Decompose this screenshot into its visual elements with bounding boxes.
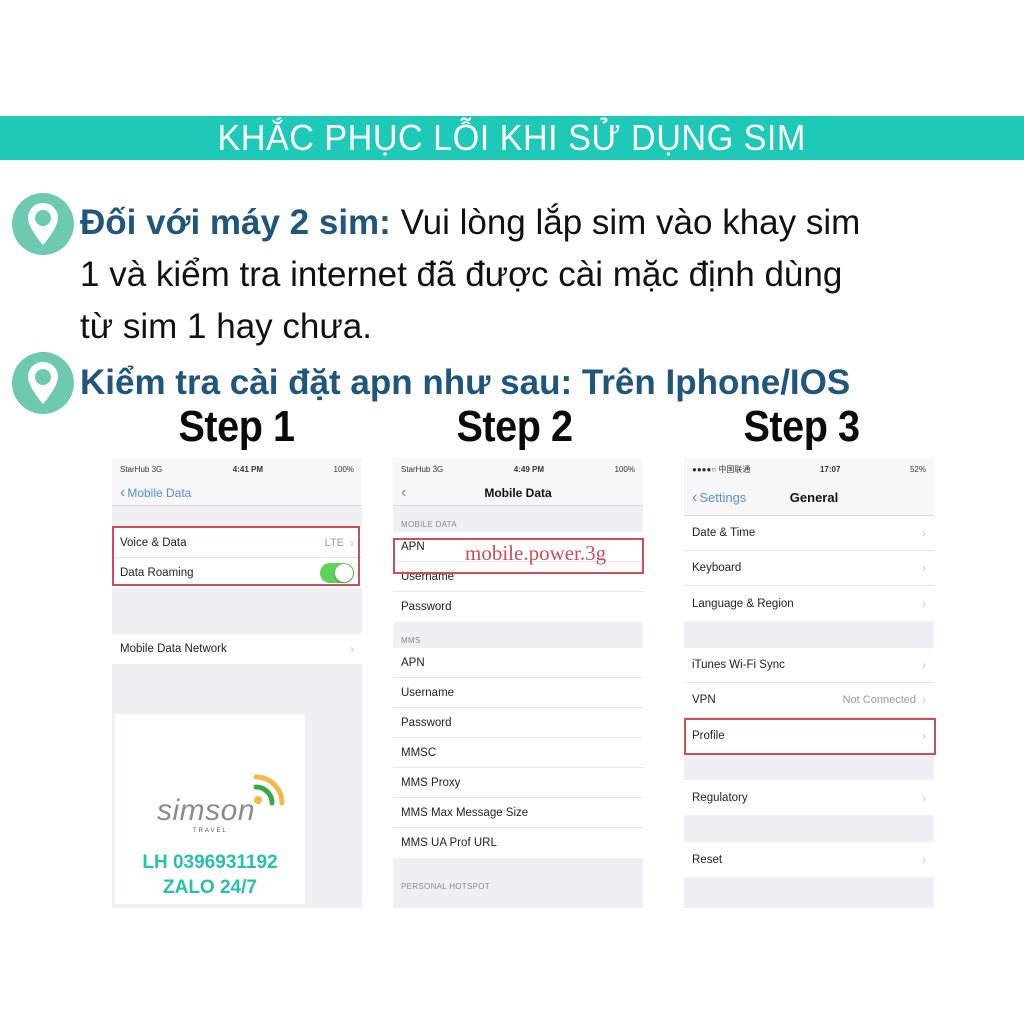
chevron-left-icon: ‹ [120, 483, 126, 501]
nav-bar: ‹ Mobile Data [112, 480, 362, 506]
row-label: MMS Proxy [401, 776, 461, 789]
battery-level: 100% [333, 464, 354, 474]
apn-value-annotation: mobile.power.3g [465, 541, 607, 565]
carrier-label: StarHub 3G [120, 464, 163, 474]
chevron-right-icon: › [922, 790, 926, 805]
chevron-right-icon: › [922, 693, 926, 707]
back-label: Mobile Data [127, 485, 192, 500]
clock: 4:49 PM [513, 464, 544, 474]
chevron-right-icon: › [922, 561, 926, 575]
clock: 17:07 [819, 464, 841, 474]
nav-title: Mobile Data [484, 485, 552, 500]
contact-phone: LH 0396931192 [142, 852, 278, 873]
contact-zalo: ZALO 24/7 [163, 877, 257, 898]
date-time-row[interactable]: Date & Time › [684, 516, 934, 551]
mobile-data-network-row[interactable]: Mobile Data Network › [112, 634, 362, 664]
simson-logo-card: simson TRAVEL LH 0396931192 ZALO 24/7 [115, 714, 305, 904]
back-button[interactable]: ‹ Settings [692, 488, 747, 506]
regulatory-row[interactable]: Regulatory › [684, 780, 934, 815]
section-mms: MMS [401, 636, 421, 645]
vpn-status: Not Connected [842, 694, 916, 706]
dual-sim-text-line2: 1 và kiểm tra internet đã được cài mặc đ… [80, 255, 843, 294]
highlight-box [112, 526, 360, 586]
highlight-box [684, 718, 936, 755]
section-personal-hotspot: PERSONAL HOTSPOT [401, 882, 490, 891]
dual-sim-heading: Đối với máy 2 sim: [80, 203, 391, 242]
chevron-right-icon: › [922, 852, 926, 867]
status-bar: StarHub 3G 4:49 PM 100% [393, 458, 643, 480]
status-bar: StarHub 3G 4:41 PM 100% [112, 458, 362, 480]
clock: 4:41 PM [232, 464, 263, 474]
mms-password-row[interactable]: Password [393, 708, 643, 738]
mms-apn-row[interactable]: APN [393, 648, 643, 678]
row-label: Reset [692, 853, 723, 866]
battery-level: 100% [614, 464, 635, 474]
chevron-left-icon: ‹ [692, 488, 698, 506]
language-region-row[interactable]: Language & Region › [684, 586, 934, 621]
dual-sim-text-line3: từ sim 1 hay chưa. [80, 307, 372, 346]
chevron-right-icon: › [922, 658, 926, 672]
chevron-right-icon: › [922, 596, 926, 611]
signal-icon [253, 774, 285, 806]
chevron-right-icon: › [350, 642, 354, 656]
location-pin-icon [12, 352, 74, 414]
status-bar: ●●●●○ 中国联通 17:07 52% [684, 458, 934, 480]
mms-ua-prof-row[interactable]: MMS UA Prof URL [393, 828, 643, 858]
row-label: Username [401, 686, 455, 699]
step-3-title: Step 3 [743, 402, 860, 451]
mms-proxy-row[interactable]: MMS Proxy [393, 768, 643, 798]
nav-bar: ‹ Settings General [684, 480, 934, 516]
row-label: iTunes Wi-Fi Sync [692, 659, 785, 671]
section-mobile-data: MOBILE DATA [401, 520, 457, 529]
row-label: Language & Region [692, 597, 794, 610]
row-label: MMS Max Message Size [401, 806, 529, 819]
brand-name: simson [157, 794, 256, 827]
back-label: Settings [699, 490, 747, 505]
vpn-row[interactable]: VPN Not Connected › [684, 683, 934, 718]
keyboard-row[interactable]: Keyboard › [684, 551, 934, 586]
row-label: MMS UA Prof URL [401, 837, 497, 849]
step-3-screen: ●●●●○ 中国联通 17:07 52% ‹ Settings General D… [684, 458, 934, 908]
row-label: Password [401, 601, 452, 613]
mms-username-row[interactable]: Username [393, 678, 643, 708]
nav-bar: ‹ Mobile Data [393, 480, 643, 506]
back-button[interactable]: ‹ Mobile Data [120, 483, 192, 501]
title-banner: KHẮC PHỤC LỖI KHI SỬ DỤNG SIM [0, 116, 1024, 160]
mms-max-size-row[interactable]: MMS Max Message Size [393, 798, 643, 828]
banner-title: KHẮC PHỤC LỖI KHI SỬ DỤNG SIM [217, 117, 807, 158]
reset-row[interactable]: Reset › [684, 842, 934, 877]
row-label: Password [401, 716, 452, 729]
brand-tagline: TRAVEL [193, 828, 228, 834]
dual-sim-text-line1: Vui lòng lắp sim vào khay sim [390, 203, 861, 242]
step-2-title: Step 2 [456, 402, 573, 451]
password-row[interactable]: Password [393, 592, 643, 622]
chevron-right-icon: › [922, 526, 926, 540]
step-2-screen: StarHub 3G 4:49 PM 100% ‹ Mobile Data MO… [393, 458, 643, 908]
mmsc-row[interactable]: MMSC [393, 738, 643, 768]
step-1-title: Step 1 [178, 402, 295, 451]
row-label: Regulatory [692, 791, 748, 804]
row-label: Mobile Data Network [120, 643, 227, 655]
carrier-label: StarHub 3G [401, 464, 444, 474]
itunes-wifi-sync-row[interactable]: iTunes Wi-Fi Sync › [684, 648, 934, 683]
row-label: APN [401, 656, 425, 669]
dual-sim-instructions: Đối với máy 2 sim: Vui lòng lắp sim vào … [80, 197, 980, 353]
chevron-left-icon: ‹ [401, 483, 407, 501]
row-label: Keyboard [692, 562, 742, 574]
carrier-label: ●●●●○ 中国联通 [692, 464, 751, 474]
row-label: VPN [692, 694, 716, 706]
back-button[interactable]: ‹ [401, 483, 407, 501]
row-label: Date & Time [692, 527, 756, 539]
battery-level: 52% [909, 464, 926, 474]
row-label: MMSC [401, 746, 437, 759]
location-pin-icon [12, 193, 74, 255]
